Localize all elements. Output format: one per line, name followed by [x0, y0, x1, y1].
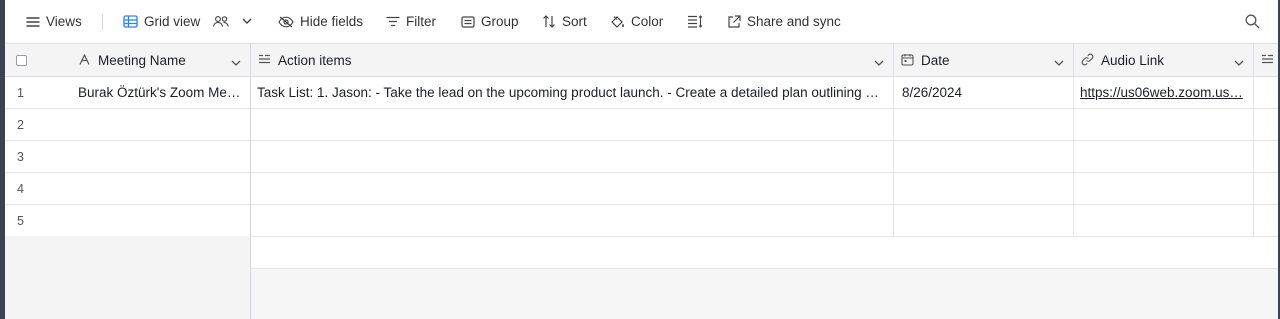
sort-label: Sort [562, 14, 587, 29]
audio-link-cell[interactable]: https://us06web.zoom.us… [1074, 77, 1254, 108]
views-label: Views [46, 14, 82, 29]
column-header-row: Meeting Name Action items Date Audio Lin… [5, 44, 1278, 77]
chevron-down-icon[interactable] [1234, 55, 1244, 70]
chevron-down-icon[interactable] [242, 18, 252, 25]
hide-fields-label: Hide fields [300, 14, 364, 29]
group-label: Group [481, 14, 519, 29]
row-number-cell[interactable]: 4 [5, 173, 71, 204]
cell-value: Task List: 1. Jason: - Take the lead on … [257, 85, 879, 100]
column-header-partial[interactable] [1254, 44, 1278, 77]
row-number-cell[interactable]: 1 [5, 77, 71, 108]
color-label: Color [631, 14, 664, 29]
meeting-name-cell[interactable] [71, 141, 251, 172]
records-grid: Meeting Name Action items Date Audio Lin… [5, 44, 1278, 319]
column-header-action-items[interactable]: Action items [251, 44, 894, 77]
action-items-cell[interactable] [251, 173, 894, 204]
table-row[interactable]: 2 [5, 109, 1278, 141]
text-field-icon [79, 53, 91, 68]
table-row[interactable]: 1 Burak Öztürk's Zoom Me… Task List: 1. … [5, 77, 1278, 109]
sort-button[interactable]: Sort [542, 14, 587, 29]
audio-link-cell[interactable] [1074, 205, 1254, 236]
view-toolbar: Views Grid view Hide fields Filter Group [5, 0, 1278, 44]
row-number-cell[interactable]: 5 [5, 205, 71, 236]
meeting-name-cell[interactable] [71, 205, 251, 236]
group-button[interactable]: Group [461, 14, 519, 29]
table-row[interactable]: 3 [5, 141, 1278, 173]
action-items-cell[interactable] [251, 141, 894, 172]
table-row[interactable]: 5 [5, 205, 1278, 237]
meeting-name-cell[interactable] [71, 109, 251, 140]
cell-value: 8/26/2024 [902, 85, 963, 100]
column-header-audio-link[interactable]: Audio Link [1074, 44, 1254, 77]
toolbar-divider [102, 13, 103, 30]
column-label: Action items [278, 53, 352, 68]
chevron-down-icon[interactable] [874, 55, 884, 70]
column-label: Date [921, 53, 950, 68]
date-cell[interactable] [894, 205, 1074, 236]
search-icon [1245, 14, 1260, 29]
select-all-checkbox[interactable] [16, 55, 27, 66]
sort-icon [542, 15, 556, 28]
share-sync-button[interactable]: Share and sync [727, 14, 841, 29]
table-row[interactable]: 4 [5, 173, 1278, 205]
meeting-name-cell[interactable]: Burak Öztürk's Zoom Me… [71, 77, 251, 108]
row-number-cell[interactable]: 3 [5, 141, 71, 172]
views-button[interactable]: Views [26, 14, 82, 29]
select-all-header[interactable] [5, 44, 71, 77]
column-label: Meeting Name [98, 53, 186, 68]
filter-button[interactable]: Filter [386, 14, 436, 29]
cell-value: Burak Öztürk's Zoom Me… [78, 85, 241, 100]
date-cell[interactable] [894, 141, 1074, 172]
row-number: 2 [17, 117, 24, 132]
row-height-icon [687, 15, 703, 28]
hide-fields-button[interactable]: Hide fields [278, 14, 363, 29]
filter-label: Filter [406, 14, 436, 29]
link-icon [1081, 53, 1094, 69]
meeting-name-cell[interactable] [71, 173, 251, 204]
menu-icon [26, 16, 40, 28]
color-button[interactable]: Color [610, 14, 663, 29]
audio-link-cell[interactable] [1074, 141, 1254, 172]
audio-link-cell[interactable] [1074, 173, 1254, 204]
row-height-button[interactable] [687, 15, 703, 28]
audio-link[interactable]: https://us06web.zoom.us… [1080, 85, 1243, 100]
group-icon [461, 15, 475, 28]
grid-view-switcher[interactable]: Grid view [123, 14, 252, 29]
row-number: 5 [17, 213, 24, 228]
calendar-icon [901, 53, 914, 69]
row-number-cell[interactable]: 2 [5, 109, 71, 140]
row-number: 1 [17, 85, 24, 100]
grid-view-label: Grid view [144, 14, 201, 29]
long-text-icon [258, 53, 271, 68]
date-cell[interactable] [894, 109, 1074, 140]
grid-icon [123, 15, 138, 28]
eye-off-icon [278, 16, 294, 28]
action-items-cell[interactable] [251, 205, 894, 236]
chevron-down-icon[interactable] [1054, 55, 1064, 70]
long-text-icon [1261, 53, 1274, 68]
frozen-column-footer [5, 236, 251, 319]
column-header-date[interactable]: Date [894, 44, 1074, 77]
column-label: Audio Link [1101, 53, 1165, 68]
action-items-cell[interactable] [251, 109, 894, 140]
frozen-column-divider [250, 44, 251, 319]
search-button[interactable] [1245, 14, 1260, 29]
chevron-down-icon[interactable] [231, 55, 241, 70]
filter-icon [386, 16, 400, 27]
external-share-icon [727, 14, 741, 29]
row-number: 3 [17, 149, 24, 164]
column-header-meeting-name[interactable]: Meeting Name [71, 44, 251, 77]
paint-bucket-icon [610, 15, 625, 29]
share-sync-label: Share and sync [747, 14, 841, 29]
action-items-cell[interactable]: Task List: 1. Jason: - Take the lead on … [251, 77, 894, 108]
collaborators-icon [212, 15, 230, 28]
date-cell[interactable]: 8/26/2024 [894, 77, 1074, 108]
row-number: 4 [17, 181, 24, 196]
date-cell[interactable] [894, 173, 1074, 204]
audio-link-cell[interactable] [1074, 109, 1254, 140]
